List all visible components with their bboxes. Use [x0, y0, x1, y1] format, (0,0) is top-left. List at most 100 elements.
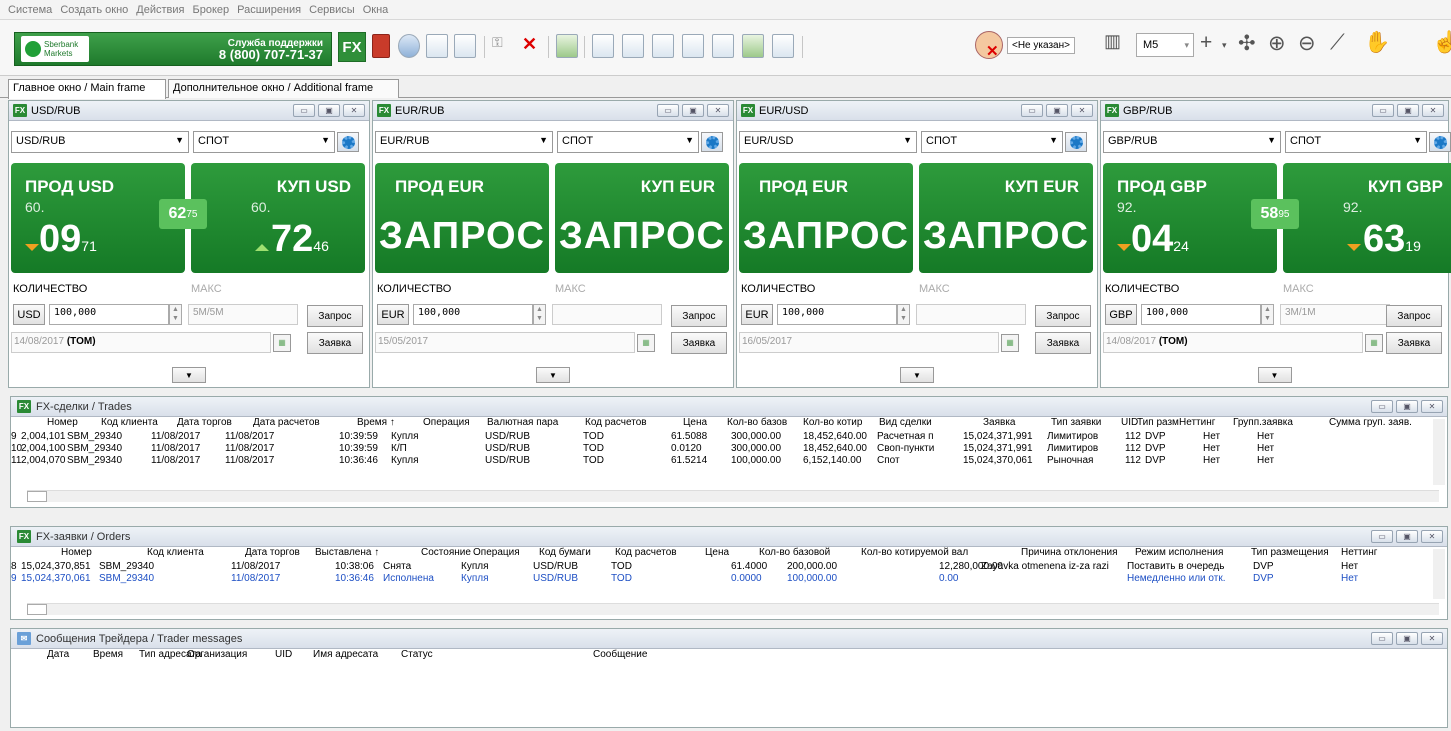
search-table-icon[interactable]: [712, 34, 734, 58]
column-header[interactable]: Код клиента: [101, 417, 158, 428]
close-button[interactable]: ✕: [1421, 632, 1443, 645]
close-button[interactable]: ✕: [343, 104, 365, 117]
minimize-button[interactable]: ▭: [1371, 530, 1393, 543]
column-header[interactable]: Причина отклонения: [1021, 547, 1118, 558]
column-header[interactable]: Статус: [401, 649, 433, 660]
pointer-icon[interactable]: ☝: [1432, 31, 1451, 55]
currency-button[interactable]: EUR: [377, 304, 409, 325]
column-header[interactable]: Сообщение: [593, 649, 647, 660]
column-header[interactable]: Дата расчетов: [253, 417, 320, 428]
column-header[interactable]: Неттинг: [1341, 547, 1377, 558]
column-header[interactable]: Операция: [423, 417, 470, 428]
buy-quote-button[interactable]: КУП USD 60. 7246: [191, 163, 365, 273]
close-button[interactable]: ✕: [707, 104, 729, 117]
table-row[interactable]: 9 2,004,101 SBM_29340 11/08/2017 11/08/2017 1…: [11, 431, 1447, 443]
sell-quote-button[interactable]: ПРОД EUR ЗАПРОС: [375, 163, 549, 273]
minimize-button[interactable]: ▭: [1371, 632, 1393, 645]
column-header[interactable]: Кол-во котируемой вал: [861, 547, 968, 558]
maximize-button[interactable]: ▣: [318, 104, 340, 117]
menu-item[interactable]: Сервисы: [309, 4, 355, 16]
amount-input[interactable]: 100,000: [1141, 304, 1261, 325]
value-date-field[interactable]: 15/05/2017: [375, 332, 635, 353]
pair-select[interactable]: EUR/USD ▼: [739, 131, 917, 153]
settlement-select[interactable]: СПОТ ▼: [1285, 131, 1427, 153]
gear-icon[interactable]: [1065, 132, 1087, 152]
trades-hscroll[interactable]: [27, 490, 1439, 502]
table-row[interactable]: 9 15,024,370,061 SBM_29340 11/08/2017 10:36:…: [11, 573, 1447, 585]
expand-button[interactable]: ▼: [536, 367, 570, 383]
maximize-button[interactable]: ▣: [1396, 530, 1418, 543]
close-button[interactable]: ✕: [1421, 400, 1443, 413]
orders-table[interactable]: Номер Код клиента Дата торгов Выставлена ↑ С…: [11, 547, 1447, 601]
maximize-button[interactable]: ▣: [682, 104, 704, 117]
hand-icon[interactable]: ✋: [1364, 31, 1390, 55]
order-button[interactable]: Заявка: [671, 332, 727, 354]
column-header[interactable]: Время ↑: [357, 417, 395, 428]
fx-button[interactable]: FX: [338, 32, 366, 62]
column-header[interactable]: Имя адресата: [313, 649, 378, 660]
column-header[interactable]: Тип разм: [1137, 417, 1179, 428]
amount-input[interactable]: 100,000: [49, 304, 169, 325]
buy-quote-button[interactable]: КУП GBP 92. 6319: [1283, 163, 1451, 273]
crosshair-icon[interactable]: +: [1200, 31, 1212, 55]
line-tool-icon[interactable]: ⟋: [1330, 31, 1345, 55]
fx-edit-icon[interactable]: [454, 34, 476, 58]
menu-item[interactable]: Окна: [363, 4, 389, 16]
column-header[interactable]: Дата торгов: [245, 547, 300, 558]
amount-input[interactable]: 100,000: [777, 304, 897, 325]
menu-item[interactable]: Действия: [136, 4, 184, 16]
menu-item[interactable]: Расширения: [237, 4, 301, 16]
maximize-button[interactable]: ▣: [1397, 104, 1419, 117]
gear-icon[interactable]: [1429, 132, 1451, 152]
column-header[interactable]: Цена: [705, 547, 729, 558]
column-header[interactable]: Цена: [683, 417, 707, 428]
settings-gear-icon[interactable]: [398, 34, 420, 58]
zoom-in-icon[interactable]: ⊕: [1268, 31, 1286, 56]
column-header[interactable]: Режим исполнения: [1135, 547, 1223, 558]
request-button[interactable]: Запрос: [1035, 305, 1091, 327]
settlement-select[interactable]: СПОТ ▼: [193, 131, 335, 153]
column-header[interactable]: Вид сделки: [879, 417, 932, 428]
amount-stepper[interactable]: ▲ ▼: [533, 304, 546, 325]
amount-stepper[interactable]: ▲ ▼: [169, 304, 182, 325]
delete-table-icon[interactable]: [742, 34, 764, 58]
order-button[interactable]: Заявка: [1035, 332, 1091, 354]
request-button[interactable]: Запрос: [671, 305, 727, 327]
column-header[interactable]: Состояние: [421, 547, 471, 558]
currency-button[interactable]: USD: [13, 304, 45, 325]
maximize-button[interactable]: ▣: [1396, 400, 1418, 413]
currency-button[interactable]: GBP: [1105, 304, 1137, 325]
column-header[interactable]: Дата: [47, 649, 69, 660]
messages-table[interactable]: Дата Время Тип адресата Организация UID Имя а…: [11, 649, 1447, 725]
chart-icon[interactable]: [592, 34, 614, 58]
column-header[interactable]: Время: [93, 649, 123, 660]
column-header[interactable]: Номер: [47, 417, 78, 428]
column-header[interactable]: Номер: [61, 547, 92, 558]
fx-document-icon[interactable]: [426, 34, 448, 58]
orders-hscroll[interactable]: [27, 603, 1439, 615]
expand-button[interactable]: ▼: [1257, 367, 1292, 383]
value-date-field[interactable]: 14/08/2017 (TOM): [1103, 332, 1363, 353]
order-button[interactable]: Заявка: [1386, 332, 1442, 354]
user-selector[interactable]: <Не указан>: [975, 30, 1089, 60]
column-header[interactable]: Организация: [187, 649, 247, 660]
column-header[interactable]: Тип заявки: [1051, 417, 1101, 428]
tab-additional-frame[interactable]: Дополнительное окно / Additional frame: [168, 79, 399, 98]
tab-main-frame[interactable]: Главное окно / Main frame: [8, 79, 166, 99]
currency-button[interactable]: EUR: [741, 304, 773, 325]
column-header[interactable]: Код клиента: [147, 547, 204, 558]
table-row[interactable]: 11 2,004,070 SBM_29340 11/08/2017 11/08/2017…: [11, 455, 1447, 467]
request-button[interactable]: Запрос: [307, 305, 363, 327]
gear-icon[interactable]: [701, 132, 723, 152]
trades-vscroll[interactable]: [1433, 419, 1445, 485]
column-header[interactable]: Неттинг: [1179, 417, 1215, 428]
order-button[interactable]: Заявка: [307, 332, 363, 354]
column-header[interactable]: UID: [275, 649, 292, 660]
column-header[interactable]: Код расчетов: [585, 417, 647, 428]
request-button[interactable]: Запрос: [1386, 305, 1442, 327]
column-header[interactable]: Групп.заявка: [1233, 417, 1293, 428]
column-header[interactable]: Кол-во базов: [727, 417, 787, 428]
red-book-icon[interactable]: [372, 34, 390, 58]
pair-select[interactable]: USD/RUB ▼: [11, 131, 189, 153]
column-header[interactable]: UID: [1121, 417, 1138, 428]
